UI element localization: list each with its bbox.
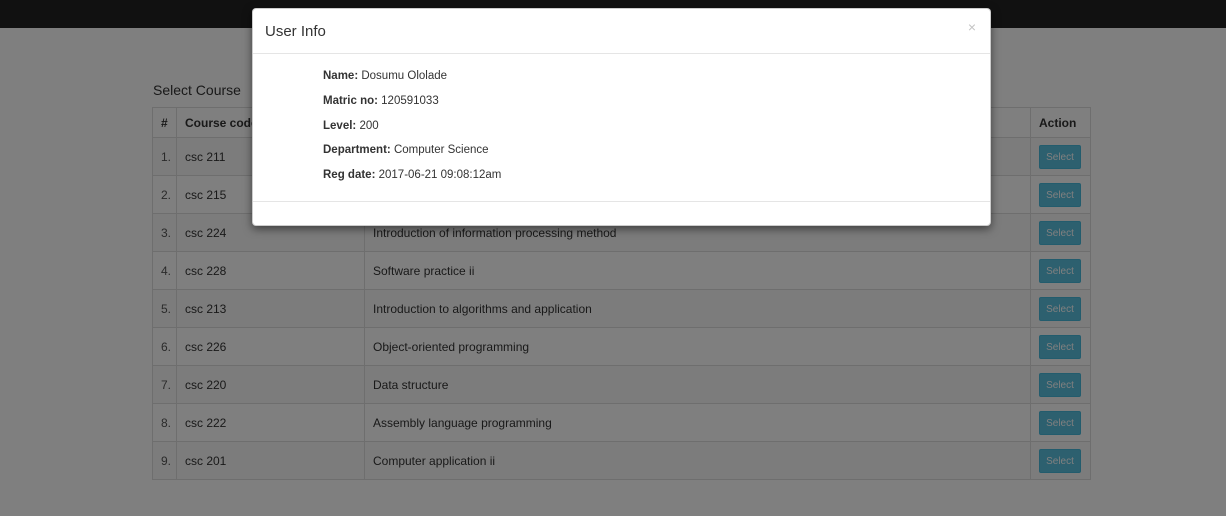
close-icon[interactable]: × [968, 19, 976, 35]
modal-header: User Info × [253, 9, 990, 54]
info-name: Name: Dosumu Ololade [323, 70, 447, 82]
info-department: Department: Computer Science [323, 144, 489, 156]
info-matric-value: 120591033 [381, 95, 439, 107]
info-name-value: Dosumu Ololade [361, 70, 448, 82]
modal-footer [253, 201, 990, 202]
info-name-label: Name: [323, 70, 359, 82]
info-matric-label: Matric no: [323, 95, 378, 107]
info-level-value: 200 [359, 120, 379, 132]
info-reg-date-label: Reg date: [323, 169, 376, 181]
modal-body: Name: Dosumu Ololade Matric no: 12059103… [253, 54, 990, 202]
info-matric: Matric no: 120591033 [323, 95, 439, 107]
info-department-value: Computer Science [393, 144, 489, 156]
info-level: Level: 200 [323, 120, 379, 132]
info-department-label: Department: [323, 144, 391, 156]
info-reg-date-value: 2017-06-21 09:08:12am [378, 169, 502, 181]
modal-title: User Info [265, 23, 326, 40]
info-reg-date: Reg date: 2017-06-21 09:08:12am [323, 169, 501, 181]
user-info-modal: User Info × Name: Dosumu Ololade Matric … [252, 8, 991, 226]
info-level-label: Level: [323, 120, 357, 132]
